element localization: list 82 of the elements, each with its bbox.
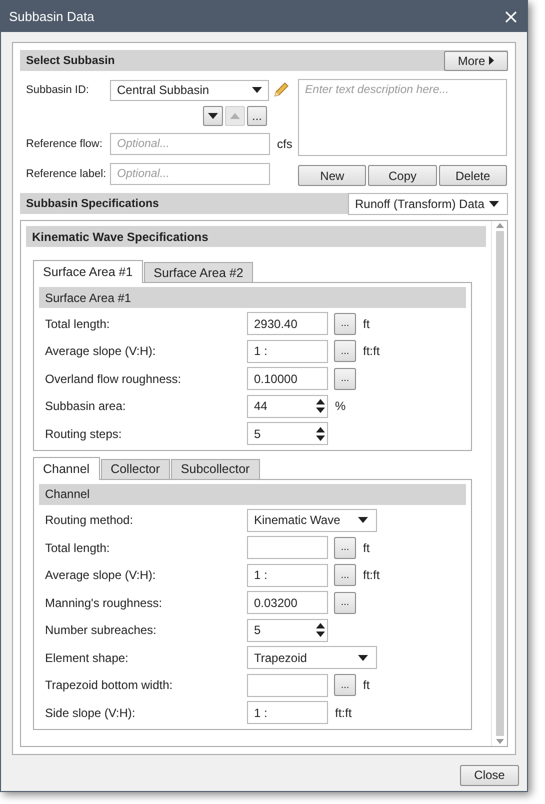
pencil-icon[interactable] — [272, 81, 290, 99]
field-label: Element shape: — [44, 650, 130, 665]
unit-label: ft:ft — [363, 568, 380, 582]
action-button[interactable]: Copy — [368, 165, 437, 186]
field-label: Total length: — [44, 316, 111, 331]
field-label: Average slope (V:H): — [44, 344, 157, 358]
field-label: Routing steps: — [44, 426, 123, 441]
input-field[interactable]: 0.10000 — [247, 367, 328, 390]
unit-label: ft:ft — [335, 706, 352, 720]
caret-icon — [252, 87, 262, 93]
section-title: Select Subbasin — [26, 54, 115, 66]
field-label: Subbasin area: — [44, 399, 127, 414]
field-label: Total length: — [44, 540, 111, 555]
nav-button[interactable] — [203, 106, 223, 126]
view-dropdown[interactable]: Runoff (Transform) Data — [348, 192, 508, 214]
unit-label: ft — [363, 540, 370, 555]
description-field[interactable]: Enter text description here... — [298, 79, 507, 156]
unit-label: ft — [363, 678, 370, 692]
input-field[interactable] — [247, 536, 328, 560]
browse-button[interactable]: ... — [334, 564, 356, 586]
section-header: Kinematic Wave Specifications — [26, 226, 486, 247]
caret-icon — [358, 654, 368, 661]
spin-field[interactable]: 5 — [247, 422, 328, 446]
input-field[interactable]: 2930.40 — [247, 312, 328, 336]
section-title: Subbasin Specifications — [26, 198, 159, 210]
input-field[interactable]: 1 : — [247, 564, 328, 587]
spinner-icon[interactable] — [316, 398, 325, 414]
close-button[interactable]: Close — [460, 764, 519, 786]
browse-button[interactable]: ... — [334, 368, 356, 390]
action-button[interactable]: Delete — [438, 165, 507, 186]
section-header: Channel — [39, 484, 466, 504]
down-arrow-icon — [208, 113, 218, 119]
input-field[interactable]: Optional... — [110, 133, 270, 155]
unit-label: % — [335, 399, 346, 414]
input-field[interactable]: 1 : — [247, 340, 328, 363]
field-label: Manning's roughness: — [44, 596, 164, 610]
tab[interactable]: Subcollector — [170, 458, 260, 478]
tab[interactable]: Collector — [100, 458, 170, 478]
section-header: Surface Area #1 — [39, 287, 466, 308]
dropdown[interactable]: Kinematic Wave — [247, 508, 377, 532]
input-field[interactable]: Optional... — [110, 163, 270, 185]
caret-icon — [489, 200, 499, 206]
tab[interactable]: Surface Area #2 — [144, 262, 254, 282]
tab[interactable]: Channel — [33, 456, 100, 480]
field-label: Reference flow: — [26, 138, 104, 150]
field-label: Side slope (V:H): — [44, 706, 136, 720]
right-arrow-icon — [489, 56, 494, 65]
browse-button[interactable]: ... — [334, 340, 356, 362]
spinner-icon[interactable] — [316, 622, 325, 638]
unit-label: cfs — [277, 137, 292, 151]
dropdown[interactable]: Trapezoid — [247, 646, 377, 670]
unit-label: ft — [363, 316, 370, 331]
field-label: Trapezoid bottom width: — [44, 678, 174, 692]
input-field[interactable]: 0.03200 — [247, 591, 328, 614]
more-button[interactable]: More — [444, 50, 508, 70]
up-arrow-icon — [230, 113, 240, 119]
scroll-down-icon[interactable] — [496, 739, 504, 744]
spin-field[interactable]: 44 — [247, 394, 328, 418]
subbasin-dropdown[interactable]: Central Subbasin — [110, 80, 270, 100]
browse-button[interactable]: ... — [334, 592, 356, 614]
browse-button[interactable]: ... — [334, 536, 356, 559]
browse-button[interactable]: ... — [334, 674, 356, 696]
field-label: Number subreaches: — [44, 623, 158, 638]
field-label: Subbasin ID: — [26, 84, 90, 96]
field-label: Reference label: — [26, 168, 108, 180]
input-field[interactable] — [247, 674, 328, 697]
spin-field[interactable]: 5 — [247, 618, 328, 642]
close-icon[interactable] — [505, 10, 517, 22]
scroll-up-icon[interactable] — [496, 223, 504, 228]
field-label: Overland flow roughness: — [44, 372, 182, 386]
browse-button[interactable]: ... — [334, 312, 356, 335]
window-title: Subbasin Data — [9, 9, 94, 24]
unit-label: ft:ft — [363, 344, 380, 358]
field-label: Average slope (V:H): — [44, 568, 157, 582]
caret-icon — [358, 517, 368, 524]
action-button[interactable]: New — [298, 165, 366, 186]
tab[interactable]: Surface Area #1 — [33, 260, 143, 283]
scrollbar[interactable] — [491, 221, 507, 746]
input-field[interactable]: 1 : — [247, 701, 328, 724]
spinner-icon[interactable] — [316, 426, 325, 442]
browse-button[interactable]: ... — [247, 106, 267, 126]
field-label: Routing method: — [44, 513, 134, 528]
